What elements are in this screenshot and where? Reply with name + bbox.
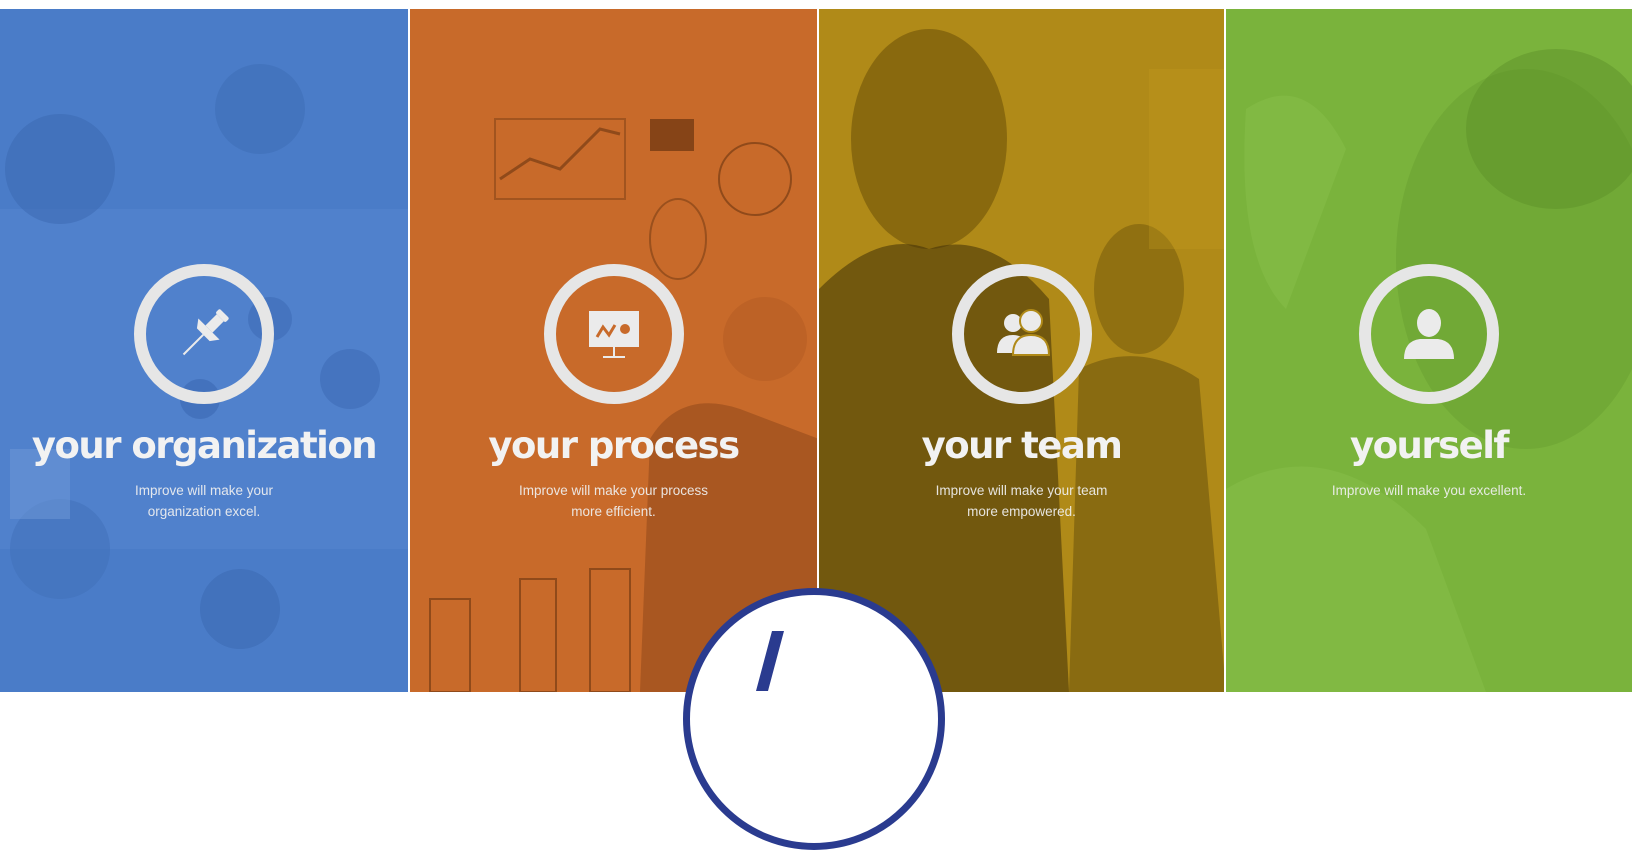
pushpin-icon xyxy=(182,309,229,356)
panel-yourself[interactable]: yourself Improve will make you excellent… xyxy=(1226,9,1632,692)
panel-description-line: more efficient. xyxy=(571,504,656,519)
panel-description-line: more empowered. xyxy=(967,504,1076,519)
panel-description: Improve will make your team more empower… xyxy=(907,480,1137,522)
panel-description-line: Improve will make your process xyxy=(518,483,709,498)
team-icon xyxy=(996,309,1050,356)
panel-description-line: Improve will make your xyxy=(134,483,274,498)
top-white-strip xyxy=(0,0,1632,9)
organization-icon-ring xyxy=(134,264,274,404)
panel-description-line: organization excel. xyxy=(147,504,261,519)
presentation-board-icon xyxy=(588,311,639,358)
yourself-content: yourself Improve will make you excellent… xyxy=(1226,264,1632,501)
organization-content: your organization Improve will make your… xyxy=(0,264,408,522)
yourself-icon-ring xyxy=(1359,264,1499,404)
panel-description-line: Improve will make your team xyxy=(935,483,1108,498)
panel-title: yourself xyxy=(1349,424,1510,467)
user-icon xyxy=(1404,309,1454,359)
panel-description: Improve will make your organization exce… xyxy=(89,480,319,522)
improve-logo-icon xyxy=(756,631,784,691)
panel-title: your process xyxy=(488,424,740,467)
panel-description: Improve will make you excellent. xyxy=(1314,480,1544,501)
panel-your-process[interactable]: your process Improve will make your proc… xyxy=(410,9,819,692)
team-content: your team Improve will make your team mo… xyxy=(819,264,1224,522)
panel-your-team[interactable]: your team Improve will make your team mo… xyxy=(819,9,1226,692)
panel-title: your team xyxy=(921,424,1123,467)
panel-description-line: Improve will make you excellent. xyxy=(1331,483,1527,498)
panel-description: Improve will make your process more effi… xyxy=(499,480,729,522)
panel-your-organization[interactable]: your organization Improve will make your… xyxy=(0,9,410,692)
process-content: your process Improve will make your proc… xyxy=(410,264,817,522)
process-icon-ring xyxy=(543,264,684,404)
team-icon-ring xyxy=(951,264,1092,404)
improve-logo-badge[interactable] xyxy=(683,588,945,850)
panel-title: your organization xyxy=(31,424,378,467)
